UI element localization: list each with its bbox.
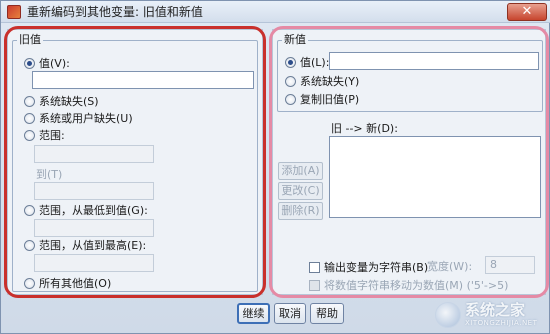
new-value-radio-button[interactable]	[285, 56, 296, 68]
change-button[interactable]: 更改(C)	[278, 182, 323, 200]
output-string-checkbox[interactable]	[309, 261, 320, 273]
new-value-input[interactable]	[329, 52, 539, 70]
new-value-radio[interactable]: 值(L):	[285, 55, 329, 69]
range-lowest-input[interactable]	[34, 219, 154, 237]
numeric-string-label: 将数值字符串移动为数值(M) ('5'->5)	[324, 278, 509, 292]
old-system-or-user-missing-radio-button[interactable]	[24, 112, 35, 124]
continue-button[interactable]: 继续	[237, 303, 270, 324]
old-range-lowest-radio[interactable]: 范围，从最低到值(G):	[24, 203, 148, 217]
width-label: 宽度(W):	[427, 260, 473, 273]
window-title: 重新编码到其他变量: 旧值和新值	[27, 5, 203, 19]
old-system-missing-radio[interactable]: 系统缺失(S)	[24, 94, 99, 108]
new-system-missing-label: 系统缺失(Y)	[300, 75, 360, 88]
site-watermark: 系统之家 XITONGZHIJIA.NET	[435, 299, 545, 331]
mapping-list-label: 旧 --> 新(D):	[331, 122, 398, 135]
width-value: 8	[490, 258, 497, 271]
cancel-button[interactable]: 取消	[274, 303, 306, 324]
old-value-input[interactable]	[32, 71, 254, 89]
copy-old-value-radio-button[interactable]	[285, 93, 296, 105]
new-system-missing-radio-button[interactable]	[285, 75, 296, 87]
old-range-lowest-radio-button[interactable]	[24, 204, 35, 216]
numeric-string-checkbox-row[interactable]: 将数值字符串移动为数值(M) ('5'->5)	[309, 278, 508, 292]
old-value-legend: 旧值	[17, 33, 43, 46]
new-system-missing-radio[interactable]: 系统缺失(Y)	[285, 74, 359, 88]
copy-old-value-radio[interactable]: 复制旧值(P)	[285, 92, 359, 106]
old-range-label: 范围:	[39, 129, 65, 142]
old-value-panel: 旧值 值(V): 系统缺失(S) 系统或用户缺失(U) 范围: 到(T) 范围，…	[7, 29, 263, 295]
old-range-highest-radio[interactable]: 范围，从值到最高(E):	[24, 238, 146, 252]
new-value-legend: 新值	[282, 33, 308, 46]
width-input[interactable]: 8	[485, 256, 535, 274]
watermark-text: 系统之家 XITONGZHIJIA.NET	[465, 302, 537, 328]
watermark-main-text: 系统之家	[465, 301, 526, 319]
old-range-radio[interactable]: 范围:	[24, 128, 65, 142]
old-system-missing-label: 系统缺失(S)	[39, 95, 99, 108]
old-all-other-radio[interactable]: 所有其他值(O)	[24, 276, 111, 290]
old-new-mapping-list[interactable]	[329, 136, 541, 218]
remove-button[interactable]: 删除(R)	[278, 202, 323, 220]
old-all-other-radio-button[interactable]	[24, 277, 35, 289]
watermark-logo-icon	[435, 302, 461, 328]
old-all-other-label: 所有其他值(O)	[39, 277, 112, 290]
old-range-radio-button[interactable]	[24, 129, 35, 141]
numeric-string-checkbox[interactable]	[309, 279, 320, 291]
range-to-label: 到(T)	[36, 168, 63, 181]
watermark-sub-text: XITONGZHIJIA.NET	[465, 319, 538, 327]
close-button[interactable]: ✕	[507, 3, 547, 21]
old-system-or-user-missing-radio[interactable]: 系统或用户缺失(U)	[24, 111, 133, 125]
old-system-missing-radio-button[interactable]	[24, 95, 35, 107]
old-range-highest-label: 范围，从值到最高(E):	[39, 239, 147, 252]
add-button[interactable]: 添加(A)	[278, 162, 323, 180]
new-value-panel: 新值 值(L): 系统缺失(Y) 复制旧值(P) 旧 --> 新(D): 添加(…	[272, 29, 546, 295]
old-range-highest-radio-button[interactable]	[24, 239, 35, 251]
old-value-radio-button[interactable]	[24, 57, 35, 69]
old-system-or-user-missing-label: 系统或用户缺失(U)	[39, 112, 133, 125]
old-range-lowest-label: 范围，从最低到值(G):	[39, 204, 148, 217]
title-bar: 重新编码到其他变量: 旧值和新值 ✕	[1, 1, 550, 23]
help-button[interactable]: 帮助	[310, 303, 344, 324]
new-value-radio-label: 值(L):	[300, 56, 330, 69]
output-string-label: 输出变量为字符串(B)	[324, 261, 429, 274]
old-value-radio[interactable]: 值(V):	[24, 56, 70, 70]
old-value-radio-label: 值(V):	[39, 57, 70, 70]
copy-old-value-label: 复制旧值(P)	[300, 93, 360, 106]
range-highest-input[interactable]	[34, 254, 154, 272]
output-string-checkbox-row[interactable]: 输出变量为字符串(B)	[309, 260, 428, 274]
app-icon	[7, 4, 21, 19]
range-from-input[interactable]	[34, 145, 154, 163]
recode-dialog-window: 重新编码到其他变量: 旧值和新值 ✕ 旧值 值(V): 系统缺失(S) 系统或用…	[0, 0, 550, 334]
range-to-input[interactable]	[34, 182, 154, 200]
